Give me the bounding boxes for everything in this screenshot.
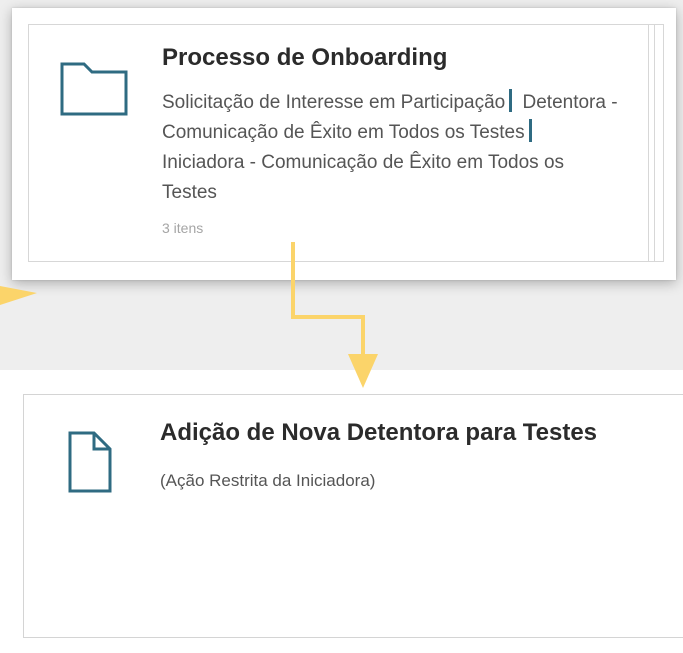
onboarding-folder-card[interactable]: Processo de Onboarding Solicitação de In… [12, 8, 676, 280]
document-icon[interactable] [68, 431, 112, 493]
new-holder-document-card[interactable]: Adição de Nova Detentora para Testes (Aç… [23, 394, 683, 638]
document-subtitle: (Ação Restrita da Iniciadora) [160, 471, 376, 490]
card-rail [648, 25, 649, 261]
description-item: Iniciadora - Comunicação de Êxito em Tod… [162, 152, 565, 203]
separator-bar [528, 119, 532, 142]
separator-bar [509, 89, 513, 112]
folder-icon[interactable] [58, 56, 130, 120]
folder-description: Solicitação de Interesse em Participação… [162, 88, 622, 208]
item-count: 3 itens [162, 220, 204, 236]
folder-title[interactable]: Processo de Onboarding [162, 44, 447, 72]
document-title[interactable]: Adição de Nova Detentora para Testes [160, 419, 597, 447]
card-rail [654, 25, 655, 261]
description-item: Solicitação de Interesse em Participação [162, 92, 506, 113]
